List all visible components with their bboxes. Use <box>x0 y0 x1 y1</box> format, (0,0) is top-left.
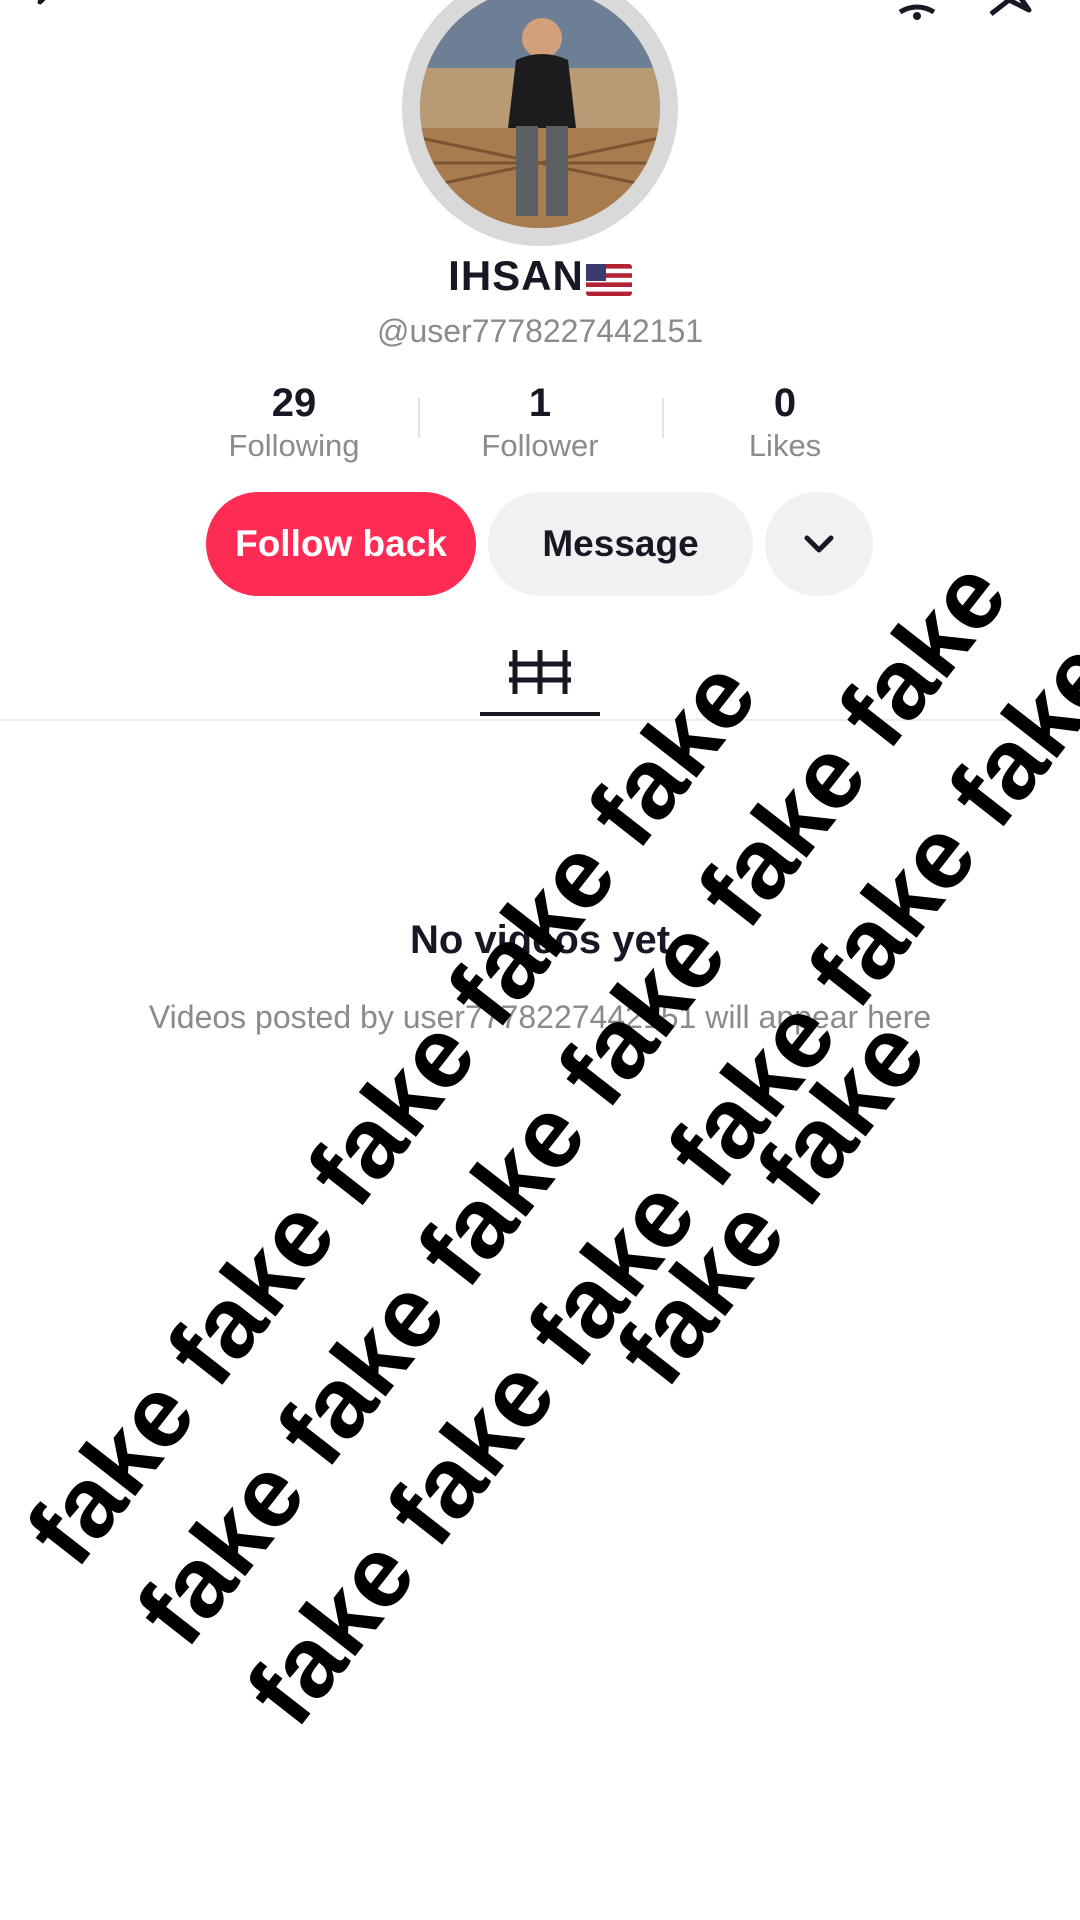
more-options-button[interactable] <box>765 492 873 596</box>
avatar[interactable] <box>402 0 678 246</box>
divider <box>0 719 1080 721</box>
grid-icon[interactable] <box>507 646 573 703</box>
likes-stat[interactable]: 0 Likes <box>655 380 915 466</box>
display-name-row: IHSAN <box>0 252 1080 306</box>
bell-icon[interactable] <box>892 0 942 22</box>
empty-state-title: No videos yet <box>409 918 671 962</box>
back-icon[interactable] <box>30 0 70 22</box>
message-button[interactable]: Message <box>488 492 753 596</box>
share-icon[interactable] <box>985 0 1035 22</box>
followers-count: 1 <box>528 381 552 425</box>
chevron-down-icon <box>804 535 834 553</box>
follow-back-button[interactable]: Follow back <box>206 492 476 596</box>
watermark-text: fake fake fake fake fake <box>5 640 779 1586</box>
tab-active-indicator <box>480 712 600 716</box>
likes-label: Likes <box>748 428 822 463</box>
followers-label: Follower <box>481 428 599 463</box>
username-handle: @user7778227442151 <box>376 313 704 349</box>
followers-stat[interactable]: 1 Follower <box>410 380 670 466</box>
display-name: IHSAN <box>448 252 584 299</box>
likes-count: 0 <box>773 381 797 425</box>
empty-state-subtitle: Videos posted by user7778227442151 will … <box>148 999 932 1035</box>
watermark-text: fake fake fake fake fake fake <box>225 620 1080 1746</box>
avatar-photo <box>420 0 660 228</box>
following-count: 29 <box>271 381 317 425</box>
following-stat[interactable]: 29 Following <box>164 380 424 466</box>
following-label: Following <box>228 428 360 463</box>
flag-us-icon <box>585 258 632 306</box>
watermark-text: fake fake <box>595 998 948 1406</box>
